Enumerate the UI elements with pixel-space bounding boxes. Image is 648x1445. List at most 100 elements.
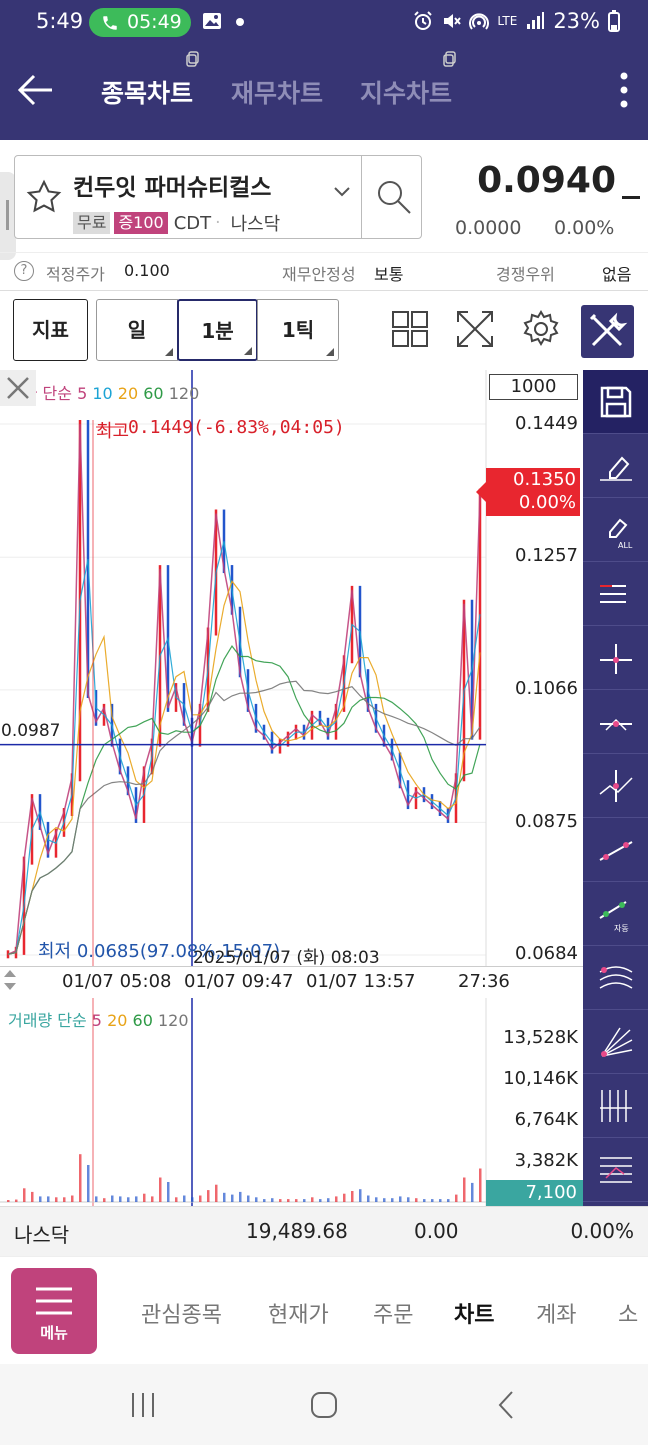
- vertical-line-icon: [599, 769, 633, 802]
- nav-order[interactable]: 주문: [373, 1297, 413, 1329]
- y-tick-label: 0.1257: [515, 545, 578, 566]
- volume-bar: [207, 1190, 210, 1202]
- indicator-button[interactable]: 지표: [13, 299, 88, 361]
- home-icon[interactable]: [307, 1388, 341, 1422]
- price-legend: 종가 단순 5 10 20 60 120: [8, 380, 199, 404]
- volume-bar: [431, 1199, 434, 1202]
- eraser-button[interactable]: [583, 434, 648, 498]
- index-value: 19,489.68: [246, 1219, 348, 1243]
- data-count-box[interactable]: 1000: [489, 374, 578, 400]
- volume-bar: [103, 1198, 106, 1202]
- y-tick-label: 0.0684: [515, 943, 578, 964]
- back-icon[interactable]: [490, 1388, 524, 1422]
- period-lines-button[interactable]: [583, 1074, 648, 1138]
- recent-apps-icon[interactable]: [126, 1388, 160, 1422]
- search-icon[interactable]: [375, 178, 413, 216]
- save-icon: [600, 386, 631, 417]
- crosshair-tool-button[interactable]: [583, 626, 648, 690]
- period-1min-button[interactable]: 1분: [177, 299, 258, 361]
- volume-bar: [71, 1195, 74, 1202]
- nav-watchlist[interactable]: 관심종목: [141, 1297, 222, 1329]
- divider: [361, 156, 362, 238]
- volume-bar: [447, 1199, 450, 1202]
- index-ticker-bar[interactable]: 나스닥 19,489.68 0.00 0.00%: [0, 1206, 648, 1256]
- close-icon[interactable]: [0, 370, 36, 406]
- stock-selector: 컨두잇 파머슈티컬스 무료 증100 CDT · 나스닥: [14, 155, 422, 239]
- nav-quote[interactable]: 현재가: [268, 1297, 329, 1329]
- margin-badge: 증100: [114, 212, 168, 234]
- tab-index-chart[interactable]: 지수차트: [360, 74, 452, 110]
- vertical-line-button[interactable]: [583, 754, 648, 818]
- index-change-pct: 0.00%: [570, 1219, 634, 1243]
- trend-line-button[interactable]: [583, 818, 648, 882]
- volume-bar: [455, 1194, 458, 1202]
- period-1min-label: 1분: [201, 319, 234, 343]
- ongoing-call-pill[interactable]: 05:49: [89, 8, 191, 37]
- volume-bar: [415, 1198, 418, 1202]
- current-price-tag-pct: 0.00%: [518, 492, 576, 513]
- free-badge: 무료: [73, 212, 111, 234]
- ma-5-label: 5: [77, 384, 88, 403]
- menu-button[interactable]: 메뉴: [11, 1268, 97, 1354]
- volume-bar: [31, 1191, 34, 1202]
- fair-price-label: 적정주가: [46, 265, 105, 284]
- period-day-button[interactable]: 일: [96, 299, 178, 361]
- ma-10-label: 10: [92, 384, 113, 403]
- volume-legend: 거래량 단순 5 20 60 120: [8, 1007, 189, 1031]
- volume-bar: [95, 1196, 98, 1202]
- trend-line-icon: [599, 840, 632, 861]
- price-change-pct: 0.00%: [554, 217, 615, 239]
- nav-account[interactable]: 계좌: [536, 1297, 576, 1329]
- y-tick-label: 0.1449: [515, 413, 578, 434]
- settings-gear-icon[interactable]: [521, 309, 561, 349]
- mute-icon: [444, 14, 462, 28]
- eraser-icon: [599, 456, 632, 481]
- layout-grid-icon[interactable]: [390, 309, 430, 349]
- period-1tick-button[interactable]: 1틱: [257, 299, 339, 361]
- stock-name[interactable]: 컨두잇 파머슈티컬스: [73, 168, 271, 202]
- channel-lines-icon: [599, 1156, 632, 1183]
- save-button[interactable]: [583, 370, 648, 434]
- price-chart[interactable]: 종가 단순 5 10 20 60 120 1000 0.1449 0.1257 …: [0, 370, 583, 1210]
- vma-20-label: 20: [107, 1011, 128, 1030]
- volume-tick-label: 13,528K: [503, 1027, 578, 1048]
- volume-bar: [463, 1177, 466, 1202]
- erase-all-button[interactable]: ALL: [583, 498, 648, 562]
- star-icon[interactable]: [25, 178, 63, 216]
- arc-tool-button[interactable]: [583, 946, 648, 1010]
- volume-bar: [295, 1199, 298, 1202]
- high-marker-label: 최고: [96, 421, 130, 442]
- fullscreen-icon[interactable]: [455, 309, 495, 349]
- x-tick-label: 01/07 09:47: [184, 971, 294, 992]
- horizontal-line-button[interactable]: [583, 690, 648, 754]
- more-vertical-icon[interactable]: [620, 70, 628, 110]
- tab-financial-chart[interactable]: 재무차트: [231, 74, 323, 110]
- back-arrow-icon[interactable]: [16, 72, 56, 108]
- nav-chart[interactable]: 차트: [454, 1297, 494, 1329]
- drawing-tools-button[interactable]: [581, 305, 634, 358]
- volume-bar: [391, 1198, 394, 1202]
- tools-icon: [589, 312, 628, 347]
- volume-bar: [23, 1188, 26, 1202]
- battery-icon: [608, 10, 620, 32]
- channel-lines-button[interactable]: [583, 1138, 648, 1202]
- volume-bar: [119, 1196, 122, 1202]
- chevron-down-icon[interactable]: [333, 186, 351, 198]
- notification-dot-icon: [236, 18, 244, 26]
- call-timer: 05:49: [127, 11, 182, 33]
- volume-bar: [303, 1199, 306, 1202]
- nav-more-partial[interactable]: 소: [618, 1297, 638, 1329]
- auto-trend-button[interactable]: 자동: [583, 882, 648, 946]
- volume-tick-label: 6,764K: [514, 1109, 578, 1130]
- app-bar: 종목차트 재무차트 지수차트: [0, 44, 648, 140]
- help-icon[interactable]: ?: [14, 261, 34, 281]
- volume-bar: [351, 1191, 354, 1202]
- tab-stock-chart[interactable]: 종목차트: [101, 74, 193, 110]
- volume-bar: [359, 1189, 362, 1202]
- fan-tool-button[interactable]: [583, 1010, 648, 1074]
- volume-bar: [87, 1164, 90, 1202]
- gallery-icon: [203, 13, 221, 29]
- axis-stepper-icon[interactable]: [0, 967, 20, 993]
- hcl-lines-button[interactable]: [583, 562, 648, 626]
- volume-bar: [175, 1197, 178, 1202]
